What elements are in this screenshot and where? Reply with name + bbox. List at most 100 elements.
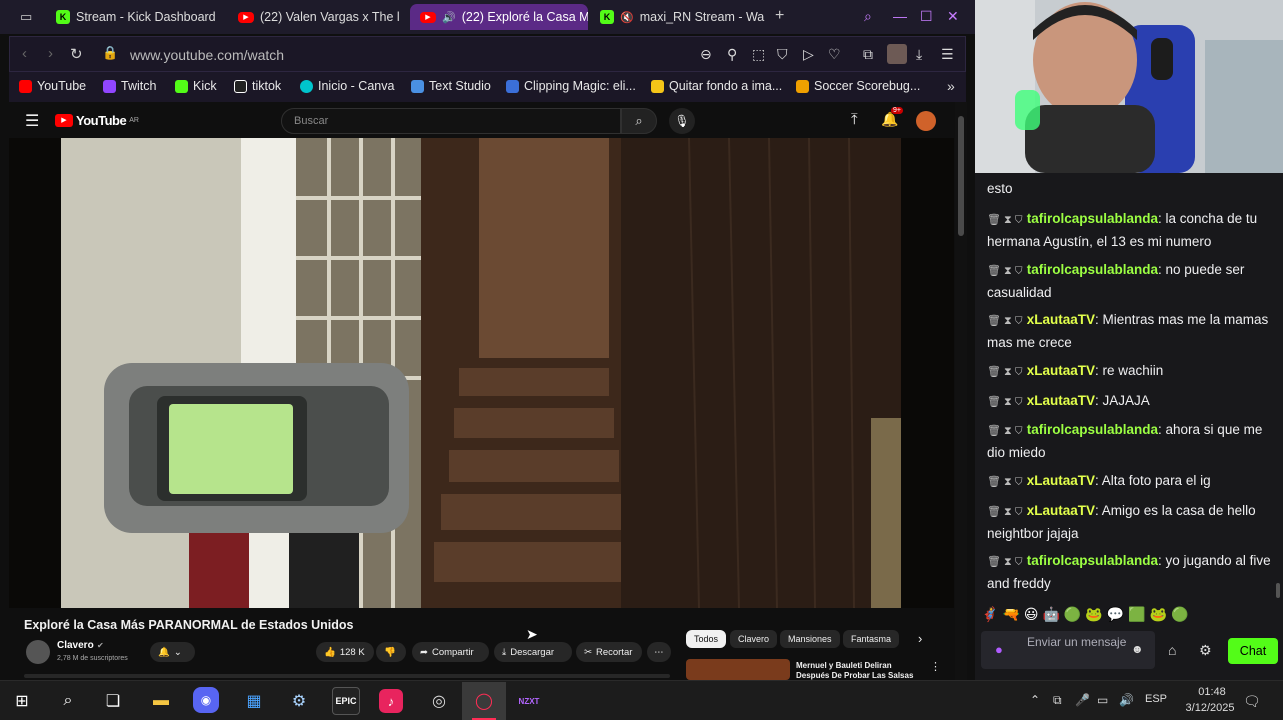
extensions-icon[interactable]: ⧉ (863, 46, 873, 63)
url-field[interactable]: www.youtube.com/watch (130, 47, 284, 63)
shield-icon[interactable]: ⛉ (777, 46, 788, 63)
bookmark-youtube[interactable]: YouTube (19, 79, 86, 93)
tray-overflow-icon[interactable]: ⌃ (1030, 693, 1040, 707)
new-tab-button[interactable]: + (775, 7, 784, 25)
chat-username[interactable]: xLautaaTV (1027, 503, 1095, 518)
maximize-icon[interactable]: ☐ (920, 8, 933, 25)
network-icon[interactable]: ▭ (1097, 693, 1108, 707)
bookmark-text-studio[interactable]: Text Studio (411, 79, 491, 93)
close-icon[interactable]: ✕ (947, 8, 959, 25)
clip-button[interactable]: ✂ Recortar (576, 642, 642, 662)
video-player[interactable] (9, 138, 954, 608)
emote-icon[interactable]: 💬 (1107, 606, 1124, 623)
chip-fantasma[interactable]: Fantasma (843, 630, 900, 648)
obs-icon[interactable]: ◎ (425, 687, 453, 715)
screenshot-icon[interactable]: ⬚ (752, 46, 765, 63)
upload-icon[interactable]: ⤒ (851, 111, 858, 128)
tab-youtube-active[interactable]: ▶ 🔊 (22) Exploré la Casa M (410, 4, 588, 30)
store-icon[interactable]: ⌂ (1168, 642, 1176, 658)
task-view-icon[interactable]: ❏ (99, 687, 127, 715)
emote-icon[interactable]: 🦸 (981, 606, 998, 623)
clock-time[interactable]: 01:48 (1187, 686, 1237, 698)
volume-icon[interactable]: 🔊 (1119, 693, 1134, 707)
discord-icon[interactable]: ◉ (193, 687, 219, 713)
zoom-icon[interactable]: ⊖ (700, 46, 712, 63)
bookmark-tiktok[interactable]: tiktok (234, 79, 281, 93)
chat-username[interactable]: tafirolcapsulablanda (1027, 262, 1158, 277)
emote-icon[interactable]: 😃 (1024, 606, 1039, 623)
emote-icon[interactable]: 🔫 (1002, 606, 1019, 623)
forward-icon[interactable]: › (48, 45, 53, 62)
back-icon[interactable]: ‹ (22, 45, 27, 62)
pin-icon[interactable]: ⚲ (727, 46, 737, 63)
store-icon[interactable]: ▦ (240, 687, 268, 715)
bookmark-canva[interactable]: Inicio - Canva (300, 79, 394, 93)
emoji-picker-icon[interactable]: ☻ (1131, 642, 1144, 657)
mute-icon[interactable]: 🔇 (620, 11, 634, 24)
tab-valen-vargas[interactable]: ▶ (22) Valen Vargas x The l (228, 4, 408, 30)
profile-avatar[interactable] (887, 44, 907, 64)
subscribed-bell-button[interactable]: 🔔 ⌄ (150, 642, 195, 662)
reload-icon[interactable]: ↻ (70, 45, 83, 63)
microphone-icon[interactable]: 🎤 (1075, 693, 1090, 707)
chat-username[interactable]: xLautaaTV (1027, 312, 1095, 327)
chat-username[interactable]: xLautaaTV (1027, 363, 1095, 378)
more-bookmarks-icon[interactable]: » (947, 78, 955, 94)
nzxt-icon[interactable]: NZXT (515, 687, 543, 715)
chip-mansiones[interactable]: Mansiones (780, 630, 840, 648)
download-icon[interactable]: ⤓ (916, 46, 922, 63)
page-scrollbar[interactable] (955, 102, 967, 680)
microphone-icon[interactable]: 🎙 (669, 108, 695, 134)
file-explorer-icon[interactable]: ▬ (147, 687, 175, 715)
bookmark-clipping-magic[interactable]: Clipping Magic: eli... (506, 79, 636, 93)
chip-clavero[interactable]: Clavero (730, 630, 778, 648)
account-avatar[interactable] (916, 111, 936, 131)
emote-icon[interactable]: 🟢 (1064, 606, 1081, 623)
bookmark-remove-bg[interactable]: Quitar fondo a ima... (651, 79, 782, 93)
chat-username[interactable]: tafirolcapsulablanda (1027, 553, 1158, 568)
dislike-button[interactable]: 👎 (376, 642, 406, 662)
emote-icon[interactable]: 🐸 (1150, 606, 1167, 623)
steam-icon[interactable]: ⚙ (285, 687, 313, 715)
search-icon[interactable]: ⌕ (54, 687, 82, 715)
chat-scrollbar[interactable] (1276, 583, 1280, 598)
chips-next-icon[interactable]: › (918, 631, 922, 646)
search-button[interactable]: ⌕ (621, 108, 657, 134)
recommended-thumbnail[interactable] (686, 659, 790, 680)
sidebar-toggle-icon[interactable]: ▭ (20, 9, 32, 25)
scrollbar-thumb[interactable] (958, 116, 964, 236)
channel-avatar[interactable] (26, 640, 50, 664)
channel-name[interactable]: Clavero (57, 640, 94, 651)
recommended-title[interactable]: Mernuel y Bauleti Deliran Después De Pro… (796, 661, 926, 680)
speaker-icon[interactable]: 🔊 (442, 11, 456, 24)
chat-username[interactable]: tafirolcapsulablanda (1027, 422, 1158, 437)
opera-gx-icon[interactable]: ◯ (462, 682, 506, 720)
chat-username[interactable]: xLautaaTV (1027, 473, 1095, 488)
recommended-menu-icon[interactable]: ⋮ (930, 660, 941, 673)
youtube-search-input[interactable]: Buscar (281, 108, 621, 134)
chat-username[interactable]: xLautaaTV (1027, 393, 1095, 408)
more-actions-button[interactable]: ⋯ (647, 642, 671, 662)
bookmark-soccer-scorebug[interactable]: Soccer Scorebug... (796, 79, 920, 93)
clock-date[interactable]: 3/12/2025 (1178, 702, 1242, 714)
tiktok-icon[interactable]: ♪ (379, 689, 403, 713)
bookmark-twitch[interactable]: Twitch (103, 79, 156, 93)
emote-bar[interactable]: 🦸 🔫 😃 🤖 🟢 🐸 💬 🟩 🐸 🟢 (981, 606, 1189, 623)
notification-center-icon[interactable]: 🗨 (1243, 693, 1261, 710)
heart-icon[interactable]: ♡ (828, 46, 841, 63)
chat-message-input[interactable]: ● Enviar un mensaje ☻ (981, 631, 1155, 669)
chip-todos[interactable]: Todos (686, 630, 727, 648)
menu-icon[interactable]: ☰ (941, 46, 954, 63)
emote-icon[interactable]: 🟩 (1128, 606, 1145, 623)
youtube-logo[interactable]: ▶ YouTube AR (55, 113, 139, 128)
minimize-icon[interactable]: — (893, 8, 907, 24)
tab-kick-dashboard[interactable]: K Stream - Kick Dashboard (46, 4, 226, 30)
search-tabs-icon[interactable]: ⌕ (864, 8, 872, 25)
like-button[interactable]: 👍 128 K (316, 642, 374, 662)
windows-start-icon[interactable]: ⊞ (8, 687, 36, 715)
play-icon[interactable]: ▷ (803, 46, 814, 63)
tab-maxi-stream[interactable]: K 🔇 maxi_RN Stream - Wa (590, 4, 765, 30)
hamburger-menu-icon[interactable]: ☰ (25, 111, 39, 131)
settings-gear-icon[interactable]: ⚙ (1199, 642, 1212, 659)
emote-icon[interactable]: 🤖 (1042, 606, 1059, 623)
